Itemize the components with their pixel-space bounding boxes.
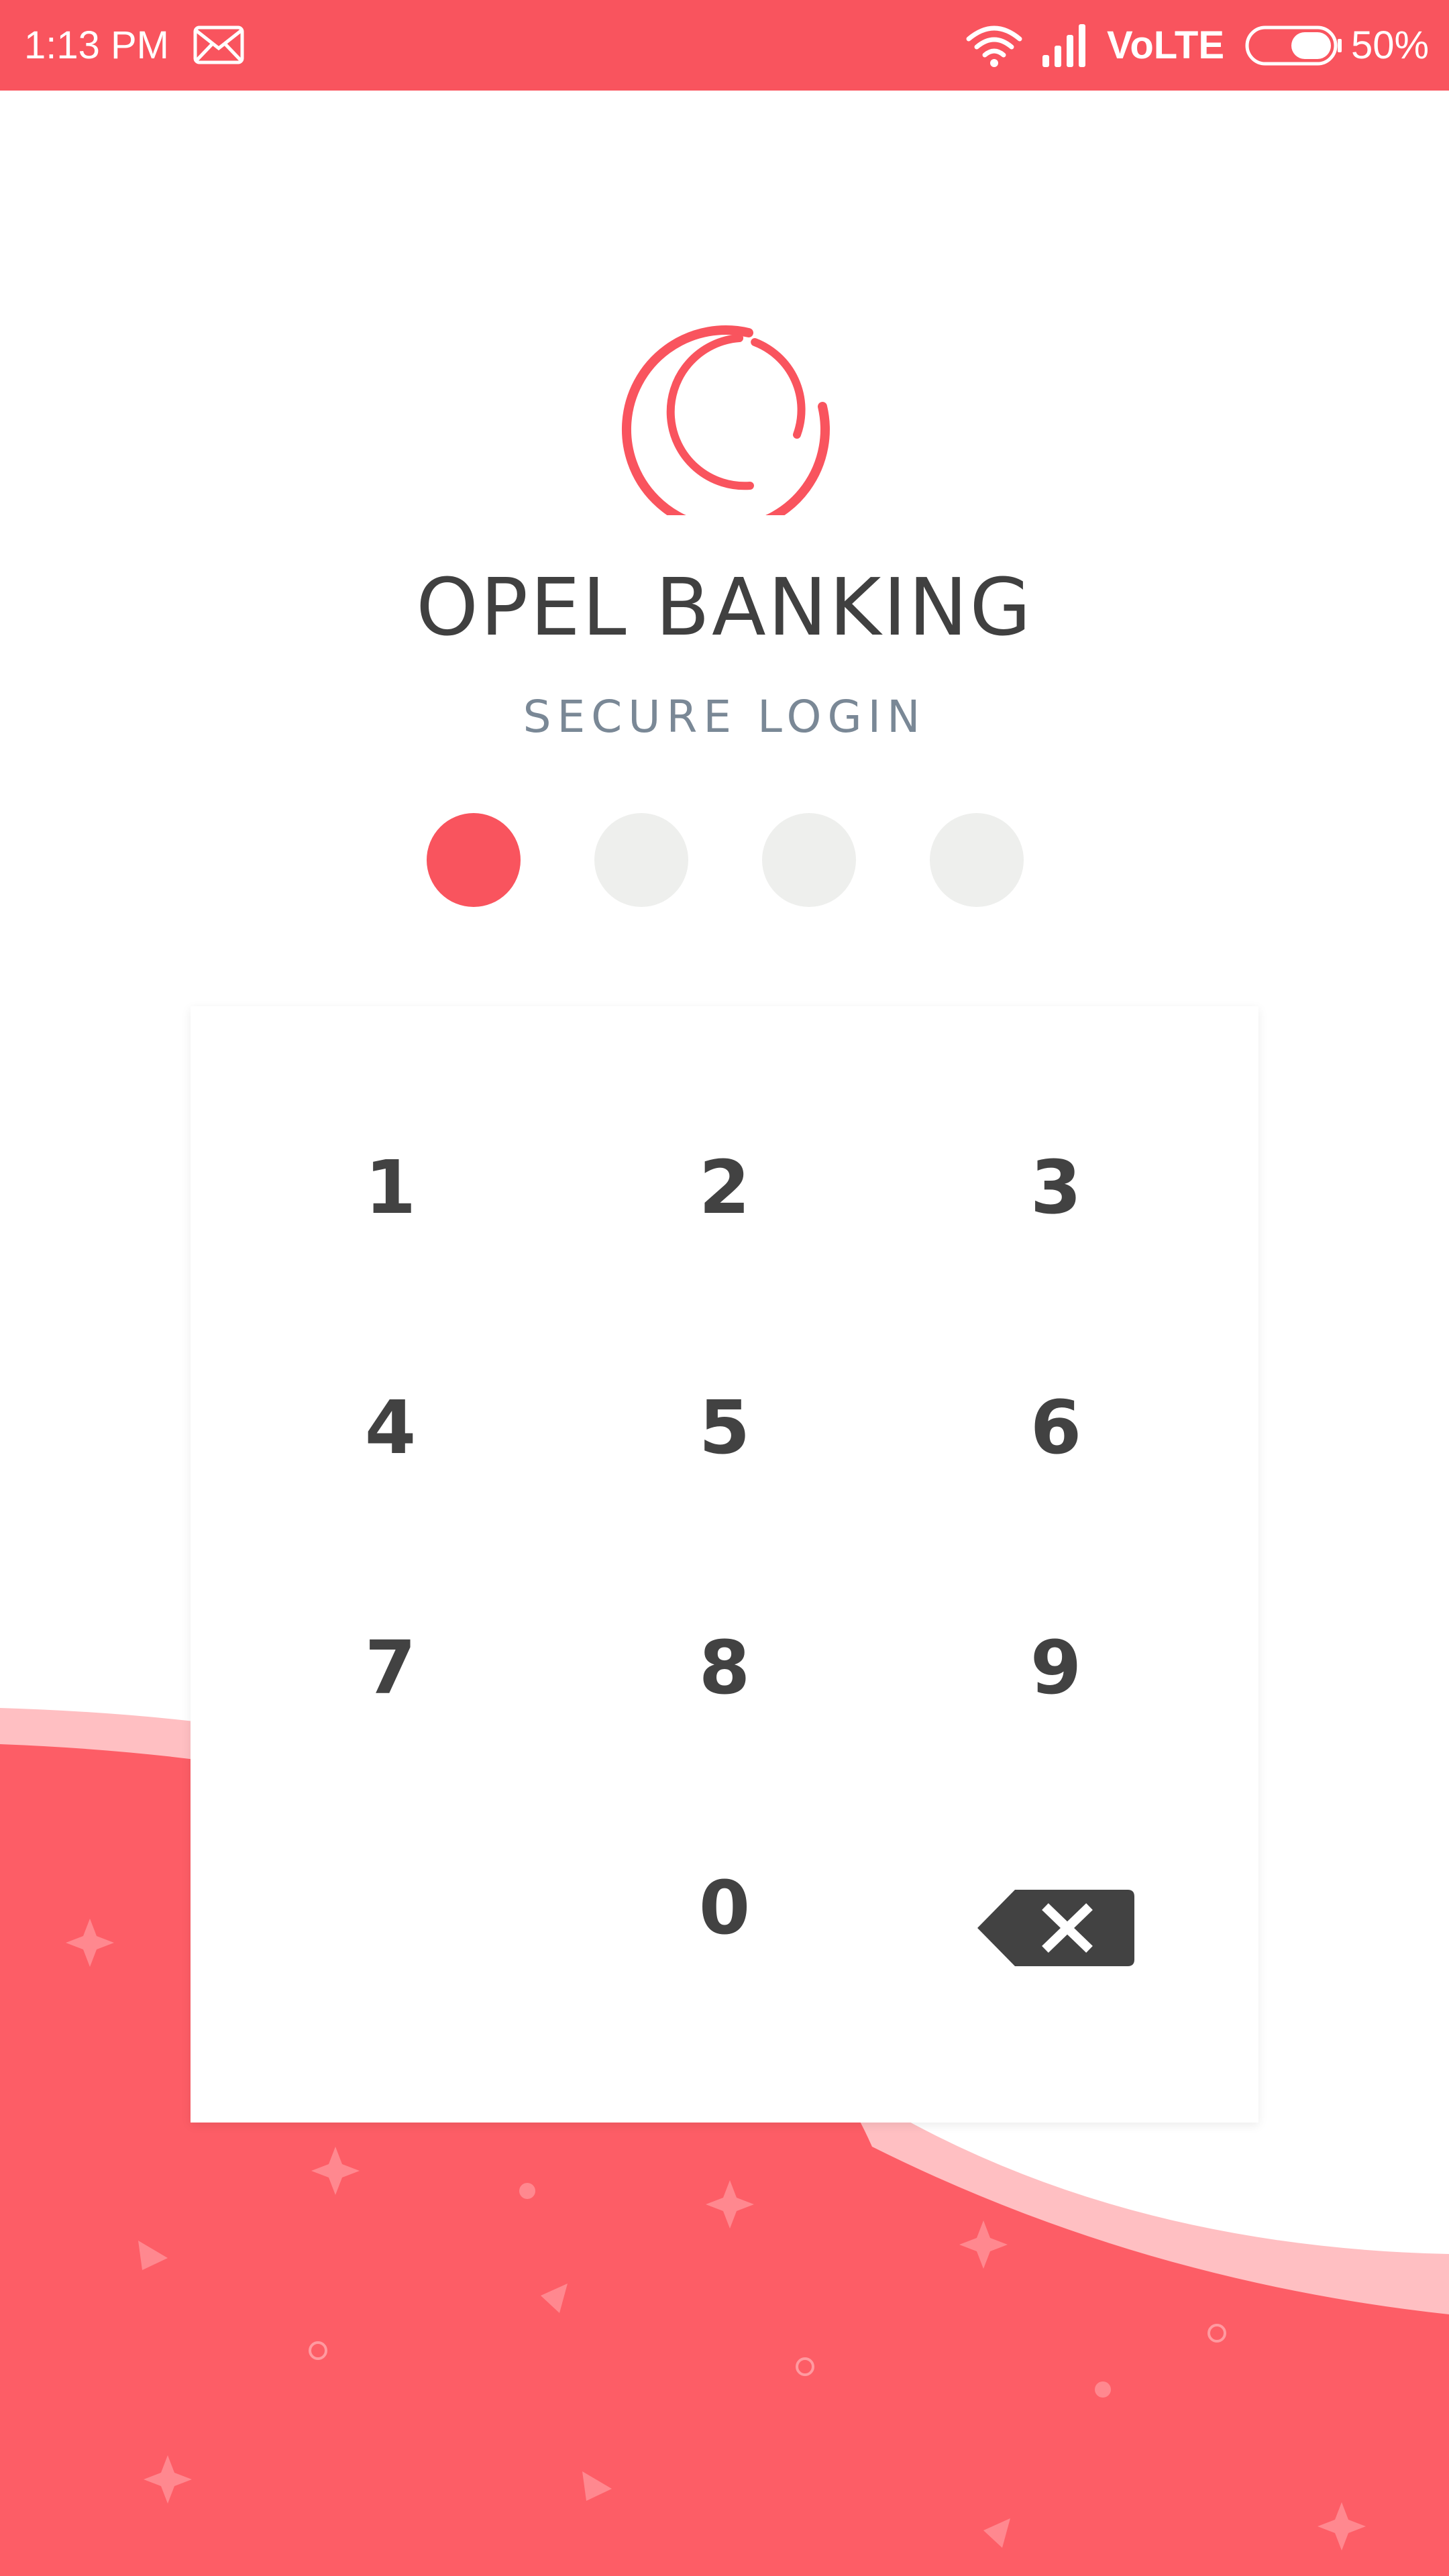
key-6[interactable]: 6 (935, 1327, 1177, 1528)
pin-dot-filled (427, 813, 521, 907)
signal-icon (1042, 24, 1085, 67)
key-4[interactable]: 4 (270, 1327, 511, 1528)
key-8[interactable]: 8 (604, 1567, 845, 1768)
battery-icon (1245, 25, 1342, 66)
app-title: OPEL BANKING (416, 561, 1033, 653)
key-9[interactable]: 9 (935, 1567, 1177, 1768)
key-1[interactable]: 1 (270, 1087, 511, 1288)
logo-icon (622, 325, 830, 515)
key-2[interactable]: 2 (604, 1087, 845, 1288)
network-type: VoLTE (1107, 23, 1225, 67)
battery-percent: 50% (1351, 23, 1430, 67)
wifi-icon (966, 25, 1022, 67)
pin-dot-empty (594, 813, 688, 907)
pin-dot-empty (762, 813, 856, 907)
keypad: 1 2 3 4 5 6 7 8 9 0 (191, 1006, 1258, 2123)
key-3[interactable]: 3 (935, 1087, 1177, 1288)
pin-dot-empty (930, 813, 1024, 907)
status-bar: 1:13 PM VoLTE 50% (0, 0, 1449, 91)
key-7[interactable]: 7 (270, 1567, 511, 1768)
backspace-icon (977, 1890, 1134, 1966)
status-time: 1:13 PM (24, 23, 169, 67)
pin-indicator (427, 813, 1024, 907)
key-0[interactable]: 0 (604, 1807, 845, 2008)
page-subtitle: SECURE LOGIN (523, 691, 926, 743)
key-5[interactable]: 5 (604, 1327, 845, 1528)
mail-icon (193, 25, 244, 64)
backspace-button[interactable] (935, 1827, 1177, 2029)
